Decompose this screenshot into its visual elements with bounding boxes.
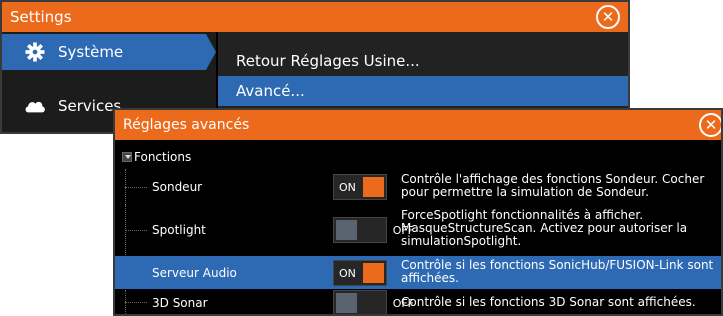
tree-branch: [125, 302, 147, 303]
toggle-knob: [363, 263, 384, 283]
setting-row-serveur-audio[interactable]: Serveur Audio ON Contrôle si les fonctio…: [115, 256, 721, 289]
setting-description: Contrôle l'affichage des fonctions Sonde…: [401, 172, 705, 199]
tree-line: [125, 290, 126, 314]
cloud-icon: [25, 101, 45, 113]
setting-description: Contrôle si les fonctions SonicHub/FUSIO…: [401, 258, 714, 285]
tree-branch: [125, 187, 147, 188]
section-label: Fonctions: [134, 150, 192, 164]
toggle-knob: [336, 293, 357, 313]
advanced-settings-dialog: Réglages avancés ✕ Fonctions Sondeur ON …: [113, 108, 723, 316]
close-icon: ✕: [601, 8, 615, 26]
setting-name: Spotlight: [152, 223, 206, 237]
gear-icon: [25, 42, 45, 62]
menu-item-label: Avancé...: [236, 82, 305, 100]
close-icon: ✕: [704, 116, 718, 134]
settings-title: Settings: [10, 8, 72, 26]
serveur-audio-toggle[interactable]: ON: [333, 260, 387, 286]
sidebar-item-label: Système: [58, 43, 124, 61]
toggle-state-label: ON: [339, 181, 356, 194]
advanced-titlebar: Réglages avancés ✕: [115, 110, 721, 140]
settings-titlebar: Settings ✕: [2, 2, 628, 32]
menu-item-label: Retour Réglages Usine...: [236, 52, 420, 70]
spotlight-toggle[interactable]: OFF: [333, 217, 414, 243]
settings-close-button[interactable]: ✕: [596, 5, 620, 29]
sondeur-toggle[interactable]: ON: [333, 174, 387, 200]
toggle-knob: [363, 177, 384, 197]
toggle-knob: [336, 220, 357, 240]
section-fonctions[interactable]: Fonctions: [115, 148, 715, 168]
setting-name: Sondeur: [152, 180, 203, 194]
sidebar-item-systeme[interactable]: Système: [2, 34, 216, 70]
setting-description: Contrôle si les fonctions 3D Sonar sont …: [401, 295, 696, 309]
setting-description: ForceSpotlight fonctionnalités à affiche…: [401, 208, 688, 248]
toggle-state-label: ON: [339, 267, 356, 280]
setting-row-spotlight[interactable]: Spotlight OFF ForceSpotlight fonctionnal…: [115, 205, 721, 255]
collapse-triangle-icon[interactable]: [122, 152, 132, 162]
setting-row-sondeur[interactable]: Sondeur ON Contrôle l'affichage des fonc…: [115, 169, 721, 205]
setting-name: Serveur Audio: [152, 266, 237, 280]
sidebar-item-label: Services: [58, 97, 122, 115]
advanced-close-button[interactable]: ✕: [699, 113, 721, 137]
advanced-title: Réglages avancés: [123, 117, 250, 133]
3d-sonar-toggle[interactable]: OFF: [333, 290, 414, 314]
setting-row-3d-sonar[interactable]: 3D Sonar OFF Contrôle si les fonctions 3…: [115, 290, 721, 314]
menu-item-advanced[interactable]: Avancé...: [218, 76, 628, 106]
tree-branch: [125, 230, 147, 231]
menu-item-factory-reset[interactable]: Retour Réglages Usine...: [218, 46, 628, 76]
setting-name: 3D Sonar: [152, 296, 208, 310]
